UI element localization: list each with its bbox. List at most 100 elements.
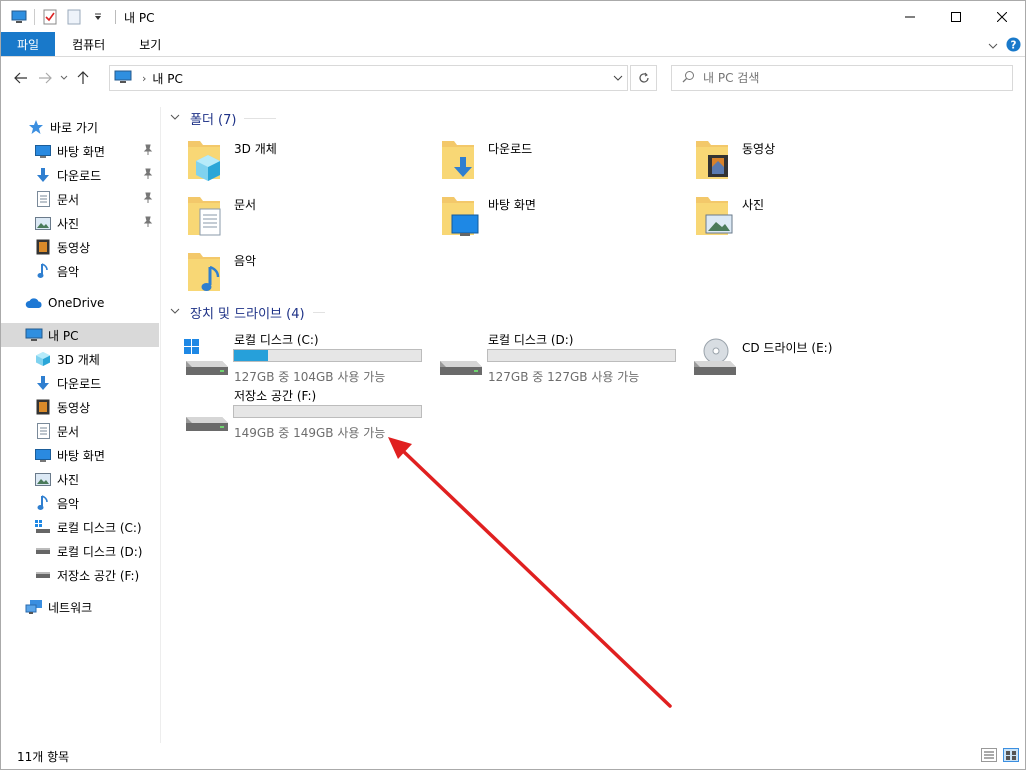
folder-label: 사진 [742,198,765,212]
breadcrumb-this-pc[interactable]: 내 PC [152,70,182,87]
ribbon-right-controls: ? [988,37,1021,55]
back-button[interactable] [9,64,33,92]
folder-videos[interactable]: 동영상 [670,135,910,187]
recent-locations-dropdown[interactable] [57,64,71,92]
windows-drive-icon [184,339,228,375]
folder-desktop[interactable]: 바탕 화면 [416,191,656,243]
drive-name: 저장소 공간 (F:) [234,389,317,403]
sidebar-item-onedrive[interactable]: OneDrive [1,291,159,315]
folder-music[interactable]: 음악 [162,247,402,299]
tab-computer[interactable]: 컴퓨터 [55,32,122,56]
search-box[interactable] [671,65,1013,91]
sidebar-item-desktop[interactable]: 바탕 화면 [1,443,159,467]
refresh-button[interactable] [630,65,657,91]
folder-label: 동영상 [742,142,776,156]
new-folder-icon[interactable] [65,8,83,26]
pin-icon[interactable] [143,216,153,231]
hard-drive-icon [186,417,228,431]
forward-button[interactable] [33,64,57,92]
status-bar: 11개 항목 [1,743,1025,769]
cloud-icon [25,294,43,312]
sidebar-item-label: 문서 [57,192,80,207]
pin-icon[interactable] [143,168,153,183]
sidebar-item-quick-documents[interactable]: 문서 [1,187,159,211]
sidebar-item-label: 저장소 공간 (F:) [57,568,140,583]
folders-group-header[interactable]: 폴더 (7) [162,107,1012,129]
sidebar-item-drive-c[interactable]: 로컬 디스크 (C:) [1,515,159,539]
sidebar-item-quick-pictures[interactable]: 사진 [1,211,159,235]
drive-c[interactable]: 로컬 디스크 (C:) 127GB 중 104GB 사용 가능 [162,331,422,385]
details-view-icon[interactable] [981,748,997,765]
tab-view[interactable]: 보기 [122,32,178,56]
folder-label: 3D 개체 [234,142,277,156]
folder-label: 문서 [234,198,257,212]
expand-ribbon-chevron-icon[interactable] [988,39,998,53]
sidebar-item-quick-videos[interactable]: 동영상 [1,235,159,259]
title-bar: 내 PC [1,1,1025,33]
download-arrow-icon [34,166,52,184]
pin-icon[interactable] [143,144,153,159]
help-icon[interactable]: ? [1006,37,1021,55]
folder-3d-objects[interactable]: 3D 개체 [162,135,402,187]
minimize-button[interactable] [887,1,933,33]
folder-documents[interactable]: 문서 [162,191,402,243]
tab-file[interactable]: 파일 [1,32,56,56]
navigation-pane: 바로 가기 바탕 화면 다운로드 문서 사진 동영상 음악 OneDrive 내… [1,107,161,743]
sidebar-item-label: 동영상 [57,400,91,415]
sidebar-item-label: 사진 [57,472,80,487]
pin-icon[interactable] [143,192,153,207]
sidebar-item-network[interactable]: 네트워크 [1,595,159,619]
address-bar[interactable]: › 내 PC [109,65,628,91]
drive-f[interactable]: 저장소 공간 (F:) 149GB 중 149GB 사용 가능 [162,387,422,441]
close-button[interactable] [979,1,1025,33]
customize-qa-dropdown-icon[interactable] [89,8,107,26]
search-input[interactable] [703,71,1003,85]
sidebar-item-label: 바로 가기 [50,120,98,135]
cube-3d-icon [34,350,52,368]
hard-drive-icon [34,542,52,560]
breadcrumb-chevron-icon[interactable]: › [142,72,146,85]
folder-downloads[interactable]: 다운로드 [416,135,656,187]
sidebar-item-drive-f[interactable]: 저장소 공간 (F:) [1,563,159,587]
chevron-down-icon [170,113,184,124]
video-film-icon [34,398,52,416]
properties-icon[interactable] [41,8,59,26]
sidebar-item-this-pc[interactable]: 내 PC [1,323,159,347]
sidebar-item-label: 네트워크 [48,600,93,615]
sidebar-item-3d-objects[interactable]: 3D 개체 [1,347,159,371]
folder-label: 음악 [234,254,257,268]
drive-e-cd[interactable]: CD 드라이브 (E:) [670,331,920,385]
devices-group-header[interactable]: 장치 및 드라이브 (4) [162,301,1012,323]
large-icons-view-icon[interactable] [1003,748,1019,765]
sidebar-item-music[interactable]: 음악 [1,491,159,515]
chevron-down-icon [170,307,184,318]
sidebar-item-label: 로컬 디스크 (C:) [57,520,142,535]
star-icon [27,118,45,136]
svg-text:?: ? [1011,39,1017,51]
sidebar-item-drive-d[interactable]: 로컬 디스크 (D:) [1,539,159,563]
sidebar-item-pictures[interactable]: 사진 [1,467,159,491]
window-title: 내 PC [124,10,155,25]
sidebar-item-label: 동영상 [57,240,91,255]
sidebar-item-quick-downloads[interactable]: 다운로드 [1,163,159,187]
drive-d[interactable]: 로컬 디스크 (D:) 127GB 중 127GB 사용 가능 [416,331,676,385]
address-dropdown-icon[interactable] [613,71,623,85]
network-icon [25,598,43,616]
group-divider [312,311,325,313]
sidebar-item-quick-desktop[interactable]: 바탕 화면 [1,139,159,163]
folder-pictures[interactable]: 사진 [670,191,910,243]
drive-name: 로컬 디스크 (C:) [234,333,319,347]
sidebar-item-videos[interactable]: 동영상 [1,395,159,419]
view-toggles [981,748,1019,765]
sidebar-item-downloads[interactable]: 다운로드 [1,371,159,395]
up-button[interactable] [71,64,95,92]
sidebar-item-documents[interactable]: 문서 [1,419,159,443]
sidebar-item-quick-access[interactable]: 바로 가기 [1,115,159,139]
drive-space-info: 149GB 중 149GB 사용 가능 [234,426,386,440]
group-title: 폴더 (7) [190,112,237,128]
this-pc-icon[interactable] [10,8,28,26]
sidebar-item-quick-music[interactable]: 음악 [1,259,159,283]
drive-name: 로컬 디스크 (D:) [488,333,574,347]
group-divider [244,117,277,119]
maximize-button[interactable] [933,1,979,33]
